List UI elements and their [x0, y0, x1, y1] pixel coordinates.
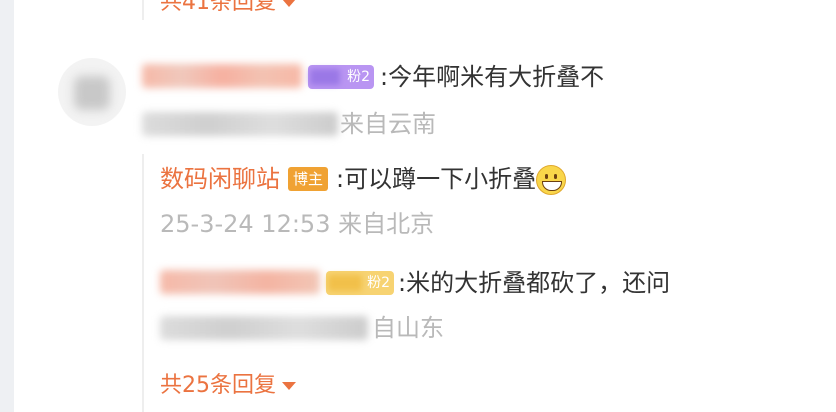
reply-username[interactable]: 数码闲聊站 — [160, 165, 280, 193]
more-replies-label-bottom: 共25条回复 — [160, 373, 276, 398]
reply-location: 来自北京 — [338, 210, 435, 238]
reply-blogger: 数码闲聊站 博主 :可以蹲一下小折叠 — [160, 162, 567, 196]
blurred-username[interactable] — [142, 64, 302, 88]
fan-badge-2: 粉2 — [326, 271, 394, 295]
chevron-down-icon — [282, 382, 296, 390]
comment-text: :今年啊米有大折叠不 — [380, 63, 605, 91]
more-replies-link-top[interactable]: 共41条回复 — [160, 0, 296, 17]
grin-emoji-icon — [536, 165, 567, 195]
more-replies-label: 共41条回复 — [160, 0, 276, 15]
blurred-timestamp — [142, 112, 338, 136]
comment-location: 来自云南 — [340, 110, 436, 138]
reply-location-2: 自山东 — [372, 314, 444, 342]
reply-meta: 25-3-24 12:53 来自北京 — [160, 208, 434, 240]
left-gutter — [0, 0, 14, 412]
reply-text-2: :米的大折叠都砍了，还问 — [398, 269, 671, 297]
more-replies-link[interactable]: 共25条回复 — [160, 372, 296, 400]
avatar[interactable] — [58, 58, 126, 126]
chevron-down-icon — [282, 0, 296, 7]
avatar-image — [74, 76, 110, 110]
blurred-timestamp-2 — [160, 316, 368, 340]
blogger-badge: 博主 — [288, 167, 329, 191]
fan-badge: 粉2 — [308, 65, 374, 89]
reply-text: :可以蹲一下小折叠 — [336, 165, 537, 193]
blurred-username-2[interactable] — [160, 270, 320, 294]
thread-line-top — [142, 0, 144, 20]
reply-time: 25-3-24 12:53 — [160, 210, 331, 238]
thread-line-nested — [142, 154, 144, 412]
